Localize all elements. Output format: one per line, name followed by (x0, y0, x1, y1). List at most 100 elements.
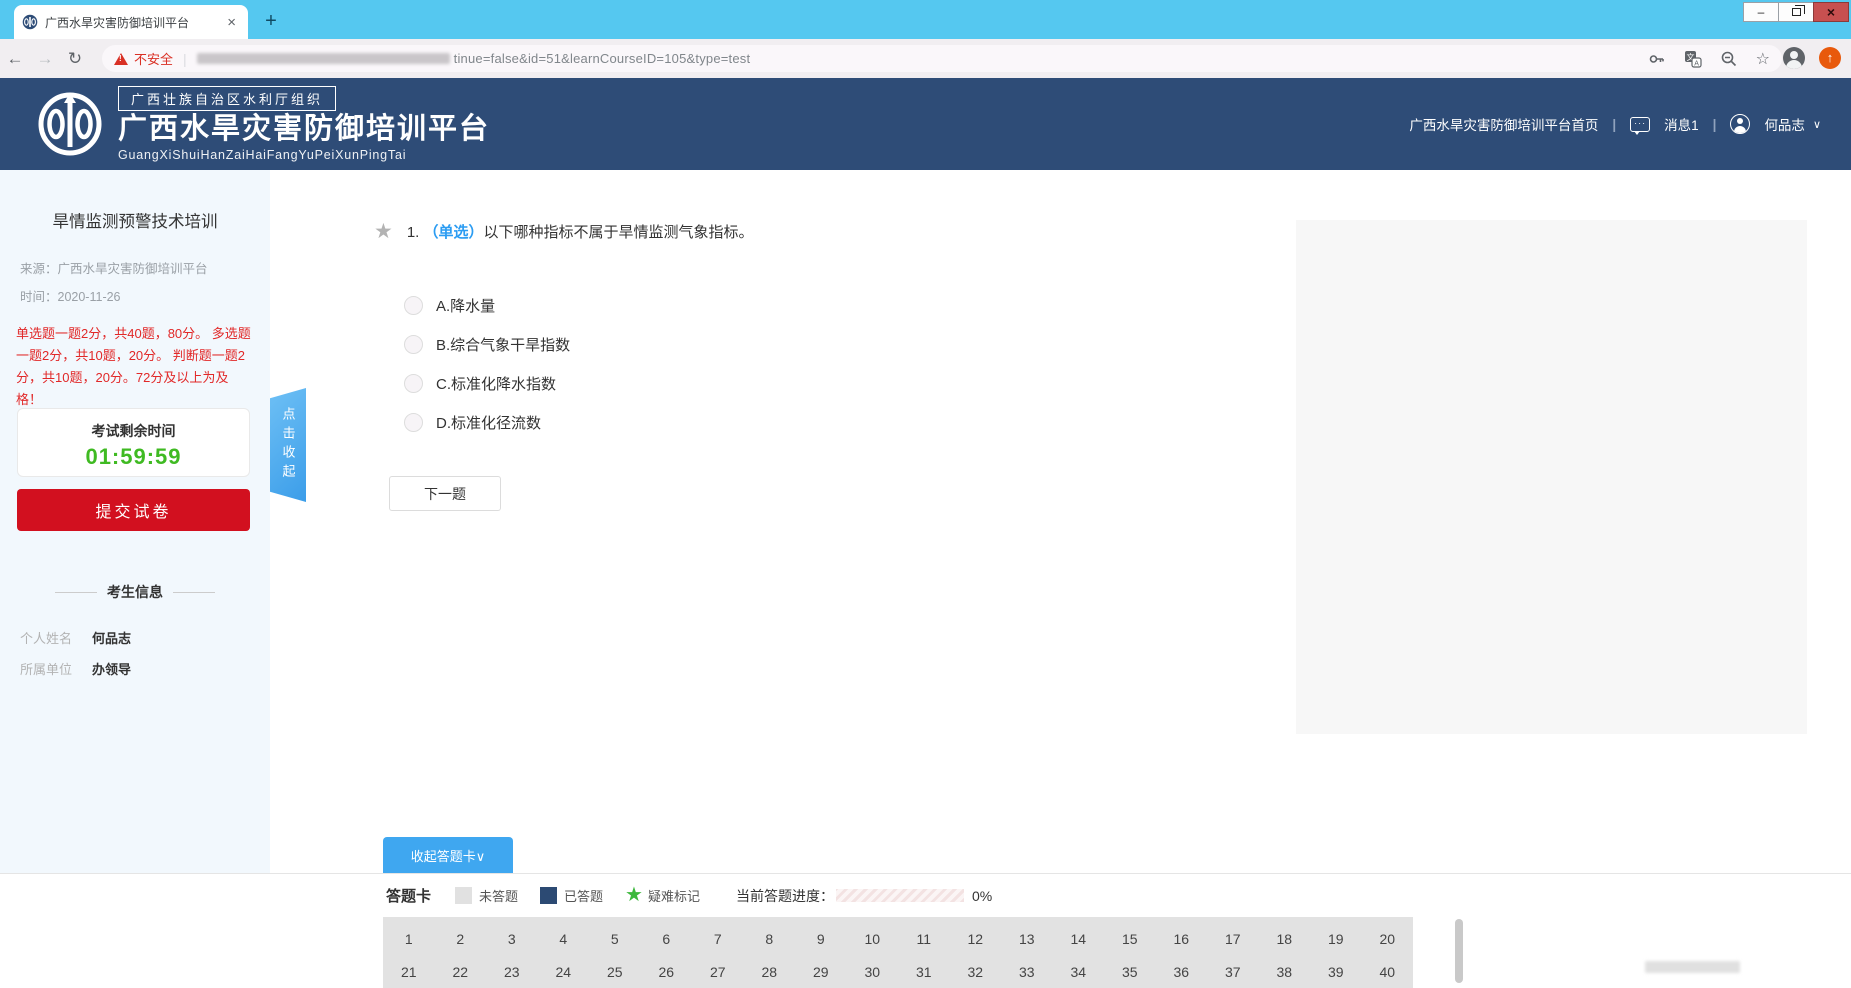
question-number-cell[interactable]: 28 (744, 960, 796, 988)
chevron-down-icon[interactable]: ∨ (1813, 118, 1821, 131)
question-number-cell[interactable]: 35 (1104, 960, 1156, 988)
examinee-unit-row: 所属单位 办领导 (20, 659, 250, 678)
question-number-cell[interactable]: 19 (1310, 927, 1362, 960)
attachment-panel (1296, 220, 1807, 734)
radio-icon[interactable] (404, 335, 423, 354)
message-icon[interactable]: ··· (1630, 117, 1650, 132)
option-label: A.降水量 (436, 295, 495, 316)
question-number-cell[interactable]: 6 (641, 927, 693, 960)
radio-icon[interactable] (404, 296, 423, 315)
question-number-cell[interactable]: 32 (950, 960, 1002, 988)
flagged-label: 疑难标记 (648, 886, 700, 905)
collapse-answer-card-button[interactable]: 收起答题卡∨ (383, 837, 513, 873)
security-warning-icon (114, 53, 128, 65)
question-number-cell[interactable]: 11 (898, 927, 950, 960)
question-number-cell[interactable]: 25 (589, 960, 641, 988)
reload-icon[interactable]: ↻ (60, 49, 90, 69)
question-number-cell[interactable]: 36 (1156, 960, 1208, 988)
window-close-button[interactable]: × (1813, 2, 1849, 22)
question-number-cell[interactable]: 4 (538, 927, 590, 960)
app-header: 广西壮族自治区水利厅组织 广西水旱灾害防御培训平台 GuangXiShuiHan… (0, 78, 1851, 170)
nav-home-link[interactable]: 广西水旱灾害防御培训平台首页 (1409, 114, 1598, 134)
question-number-cell[interactable]: 22 (435, 960, 487, 988)
course-title: 旱情监测预警技术培训 (0, 208, 270, 232)
platform-pinyin: GuangXiShuiHanZaiHaiFangYuPeiXunPingTai (118, 148, 490, 162)
nav-separator: | (1713, 117, 1717, 132)
question-number-cell[interactable]: 15 (1104, 927, 1156, 960)
tab-close-icon[interactable]: × (223, 14, 240, 31)
question-number-cell[interactable]: 16 (1156, 927, 1208, 960)
flag-question-star-icon[interactable]: ★ (374, 222, 393, 242)
window-minimize-button[interactable]: – (1743, 2, 1779, 22)
question-number-cell[interactable]: 34 (1053, 960, 1105, 988)
url-redacted-segment (197, 53, 450, 64)
name-value: 何品志 (92, 628, 131, 647)
question-number-cell[interactable]: 18 (1259, 927, 1311, 960)
question-number-cell[interactable]: 10 (847, 927, 899, 960)
answer-option[interactable]: C.标准化降水指数 (404, 373, 570, 393)
question-number-cell[interactable]: 1 (383, 927, 435, 960)
question-number-cell[interactable]: 26 (641, 960, 693, 988)
address-bar[interactable]: 不安全 | tinue=false&id=51&learnCourseID=10… (102, 45, 1782, 72)
question-number-cell[interactable]: 31 (898, 960, 950, 988)
question-number-cell[interactable]: 23 (486, 960, 538, 988)
forward-icon[interactable]: → (30, 49, 60, 69)
question-number-cell[interactable]: 39 (1310, 960, 1362, 988)
question-number-cell[interactable]: 2 (435, 927, 487, 960)
answer-option[interactable]: B.综合气象干旱指数 (404, 334, 570, 354)
update-icon[interactable]: ↑ (1819, 47, 1841, 69)
collapse-ribbon-label: 点击收起 (279, 407, 298, 483)
question-number-cell[interactable]: 8 (744, 927, 796, 960)
user-avatar-icon[interactable] (1730, 114, 1750, 134)
profile-icon[interactable] (1783, 47, 1805, 69)
question-number-cell[interactable]: 40 (1362, 960, 1414, 988)
course-date: 时间：2020-11-26 (20, 286, 270, 305)
radio-icon[interactable] (404, 413, 423, 432)
platform-title: 广西水旱灾害防御培训平台 (118, 114, 490, 146)
question-number-cell[interactable]: 13 (1001, 927, 1053, 960)
bookmark-icon[interactable]: ☆ (1756, 49, 1770, 69)
submit-exam-button[interactable]: 提交试卷 (17, 489, 250, 531)
nav-username[interactable]: 何品志 (1764, 114, 1805, 134)
question-number-cell[interactable]: 21 (383, 960, 435, 988)
question-number-cell[interactable]: 9 (795, 927, 847, 960)
partial-footer-text (1645, 961, 1740, 973)
zoom-out-icon[interactable] (1720, 50, 1738, 68)
question-number-cell[interactable]: 27 (692, 960, 744, 988)
security-warning-label[interactable]: 不安全 (134, 49, 173, 68)
question-number-cell[interactable]: 29 (795, 960, 847, 988)
back-icon[interactable]: ← (0, 49, 30, 69)
new-tab-button[interactable]: + (258, 8, 284, 34)
key-icon[interactable] (1648, 50, 1666, 68)
collapse-sidebar-ribbon[interactable]: 点击收起 (270, 388, 306, 502)
question-type-tag: （单选） (424, 224, 484, 241)
answer-option[interactable]: A.降水量 (404, 295, 570, 315)
question-number-cell[interactable]: 37 (1207, 960, 1259, 988)
progress-label: 当前答题进度： (736, 886, 834, 906)
question-number-cell[interactable]: 33 (1001, 960, 1053, 988)
window-restore-button[interactable] (1778, 2, 1814, 22)
question-number-cell[interactable]: 20 (1362, 927, 1414, 960)
nav-messages-link[interactable]: 消息1 (1664, 114, 1699, 134)
timer-card: 考试剩余时间 01:59:59 (17, 408, 250, 477)
screen: 广西水旱灾害防御培训平台 × + – × ← → ↻ 不安全 | tinue=f… (0, 0, 1851, 988)
question-number-cell[interactable]: 17 (1207, 927, 1259, 960)
unit-label: 所属单位 (20, 659, 88, 678)
question-number-cell[interactable]: 38 (1259, 960, 1311, 988)
question-number-cell[interactable]: 5 (589, 927, 641, 960)
question-number-cell[interactable]: 12 (950, 927, 1002, 960)
next-question-button[interactable]: 下一题 (389, 476, 501, 511)
question-number-cell[interactable]: 7 (692, 927, 744, 960)
translate-icon[interactable]: 文 A (1684, 50, 1702, 68)
grid-row-1: 1234567891011121314151617181920 (383, 927, 1413, 960)
question-number-cell[interactable]: 3 (486, 927, 538, 960)
exam-sidebar: 旱情监测预警技术培训 来源：广西水旱灾害防御培训平台 时间：2020-11-26… (0, 170, 270, 873)
answer-option[interactable]: D.标准化径流数 (404, 412, 570, 432)
question-number-cell[interactable]: 24 (538, 960, 590, 988)
question-number-cell[interactable]: 30 (847, 960, 899, 988)
scrollbar-thumb[interactable] (1455, 919, 1463, 983)
restore-icon (1792, 8, 1801, 16)
radio-icon[interactable] (404, 374, 423, 393)
question-number-cell[interactable]: 14 (1053, 927, 1105, 960)
browser-tab[interactable]: 广西水旱灾害防御培训平台 × (14, 5, 248, 39)
